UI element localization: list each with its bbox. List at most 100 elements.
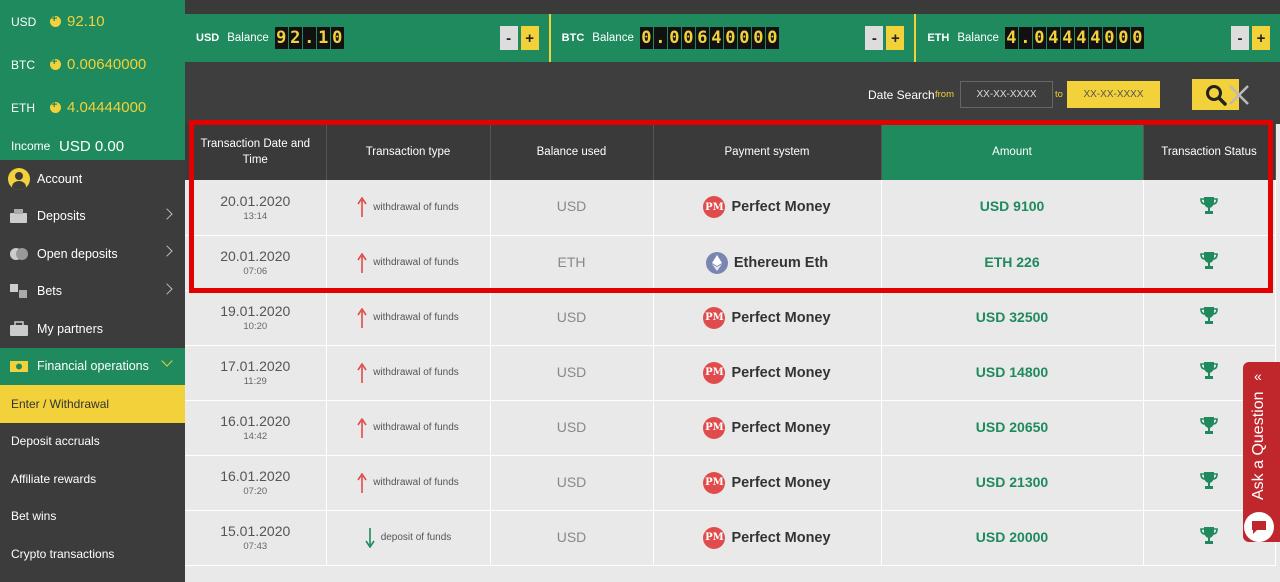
payment-system: Perfect Money <box>731 364 831 381</box>
transaction-amount: USD 32500 <box>975 308 1049 325</box>
subnav-bet-wins[interactable]: Bet wins <box>0 498 185 536</box>
nav-item-open-deposits[interactable]: Open deposits <box>0 235 185 273</box>
perfect-money-logo-icon: PM <box>703 471 726 494</box>
trophy-icon <box>1200 472 1218 489</box>
table-row: 17.01.2020 11:29 withdrawal of funds USD PM P… <box>185 345 1276 401</box>
balance-topbar: USD Balance 92.10 - + BTC Balance 0.0064… <box>185 14 1280 62</box>
balance-digit: 0 <box>1130 27 1144 49</box>
balance-digit: 0 <box>1116 27 1130 49</box>
nav-item-bets[interactable]: Bets <box>0 273 185 311</box>
balance-currency: BTC <box>11 57 35 72</box>
transaction-time: 10:20 <box>243 321 268 332</box>
balance-digit: 4 <box>1004 27 1018 49</box>
balance-digit: 0 <box>330 27 344 49</box>
balance-value: 4.04444000 <box>67 99 147 116</box>
nav-item-label: Account <box>37 171 83 186</box>
transactions-table: Transaction Date and Time Transaction ty… <box>185 124 1276 566</box>
date-search-label: Date Search <box>868 88 935 102</box>
topbar-balance-label: Balance <box>592 32 634 44</box>
balance-cell: USD <box>490 455 654 511</box>
balance-counter: 92.10 <box>274 27 344 49</box>
trophy-icon <box>1200 527 1218 544</box>
perfect-money-logo-icon: PM <box>703 416 726 439</box>
perfect-money-logo-icon: PM <box>703 361 726 384</box>
type-cell: withdrawal of funds <box>326 235 491 291</box>
withdraw-button[interactable]: - <box>499 26 518 50</box>
nav-item-label: Open deposits <box>37 246 118 261</box>
subnav-deposit-accruals[interactable]: Deposit accruals <box>0 423 185 461</box>
arrow-up-icon <box>357 197 367 218</box>
balance-row-usd: USD 92.10 <box>0 0 185 43</box>
date-to-input[interactable]: XX-XX-XXXX <box>1067 81 1160 108</box>
balance-cell: USD <box>490 400 654 456</box>
transaction-type: deposit of funds <box>380 532 452 543</box>
payment-cell: PM Perfect Money <box>653 180 882 236</box>
balance-used: USD <box>556 528 587 545</box>
transaction-time: 11:29 <box>243 376 267 387</box>
amount-cell: USD 20650 <box>881 400 1144 456</box>
subnav-crypto-transactions[interactable]: Crypto transactions <box>0 535 185 573</box>
topbar-currency: ETH <box>927 32 950 44</box>
nav-item-financial-operations[interactable]: Financial operations <box>0 347 185 385</box>
balance-used: USD <box>556 363 587 380</box>
income-label: Income <box>11 139 51 153</box>
date-cell: 16.01.2020 14:42 <box>185 400 327 456</box>
arrow-up-icon <box>357 307 367 328</box>
balance-used: USD <box>556 418 587 435</box>
sidebar: USD 92.10 BTC 0.00640000 ETH 4.04444000 … <box>0 0 185 582</box>
transaction-date: 17.01.2020 <box>220 358 291 374</box>
balance-value: 0.00640000 <box>67 56 147 73</box>
bets-icon <box>8 283 30 299</box>
table-row: 20.01.2020 13:14 withdrawal of funds USD PM P… <box>185 180 1276 236</box>
balance-digit: . <box>302 27 316 49</box>
nav-item-partners[interactable]: My partners <box>0 310 185 348</box>
transactions-table-wrap: Transaction Date and Time Transaction ty… <box>185 124 1280 582</box>
trophy-icon <box>1200 362 1218 379</box>
topbar-balance-label: Balance <box>957 32 999 44</box>
subnav-affiliate-rewards[interactable]: Affiliate rewards <box>0 460 185 498</box>
nav-item-account[interactable]: Account <box>0 160 185 198</box>
subnav-enter-withdrawal[interactable]: Enter / Withdrawal <box>0 385 185 423</box>
balance-used: USD <box>556 308 587 325</box>
table-header-row: Transaction Date and Time Transaction ty… <box>185 124 1276 180</box>
column-header-balance: Balance used <box>490 124 654 180</box>
ask-question-tab[interactable]: « Ask a Question <box>1243 362 1280 542</box>
add-coin-icon[interactable] <box>50 56 61 70</box>
amount-cell: USD 9100 <box>881 180 1144 236</box>
balance-cell: ETH <box>490 235 654 291</box>
transaction-date: 20.01.2020 <box>220 248 291 264</box>
payment-system: Perfect Money <box>731 309 831 326</box>
balance-currency: USD <box>11 14 37 29</box>
transaction-amount: USD 21300 <box>975 473 1049 490</box>
balance-digit: 9 <box>274 27 288 49</box>
payment-system: Perfect Money <box>731 474 831 491</box>
date-from-input[interactable]: XX-XX-XXXX <box>960 81 1053 108</box>
date-search-bar: Date Search from XX-XX-XXXX to XX-XX-XXX… <box>185 62 1280 124</box>
add-coin-icon[interactable] <box>50 13 61 27</box>
deposit-button[interactable]: + <box>1252 26 1271 50</box>
table-row: 16.01.2020 07:20 withdrawal of funds USD PM P… <box>185 455 1276 511</box>
date-cell: 15.01.2020 07:43 <box>185 510 327 566</box>
arrow-up-icon <box>357 252 367 273</box>
financial-operations-icon <box>8 358 30 374</box>
nav-item-label: Financial operations <box>37 359 149 374</box>
withdraw-button[interactable]: - <box>865 26 884 50</box>
arrow-down-icon <box>365 527 375 548</box>
transaction-type: withdrawal of funds <box>373 312 459 323</box>
balance-digit: 0 <box>1102 27 1116 49</box>
nav-item-deposits[interactable]: Deposits <box>0 198 185 236</box>
column-header-amount[interactable]: Amount <box>881 124 1144 180</box>
chat-bubble-icon[interactable] <box>1244 512 1274 542</box>
balance-digit: 0 <box>737 27 751 49</box>
transaction-date: 16.01.2020 <box>220 413 291 429</box>
add-coin-icon[interactable] <box>50 99 61 113</box>
balance-digit: 1 <box>316 27 330 49</box>
deposit-button[interactable]: + <box>886 26 905 50</box>
transaction-date: 15.01.2020 <box>220 523 291 539</box>
withdraw-button[interactable]: - <box>1231 26 1250 50</box>
balance-digit: 4 <box>1074 27 1088 49</box>
balance-counter: 4.04444000 <box>1004 27 1144 49</box>
clear-button[interactable] <box>1216 79 1262 110</box>
column-header-date: Transaction Date and Time <box>185 124 327 180</box>
deposit-button[interactable]: + <box>520 26 539 50</box>
